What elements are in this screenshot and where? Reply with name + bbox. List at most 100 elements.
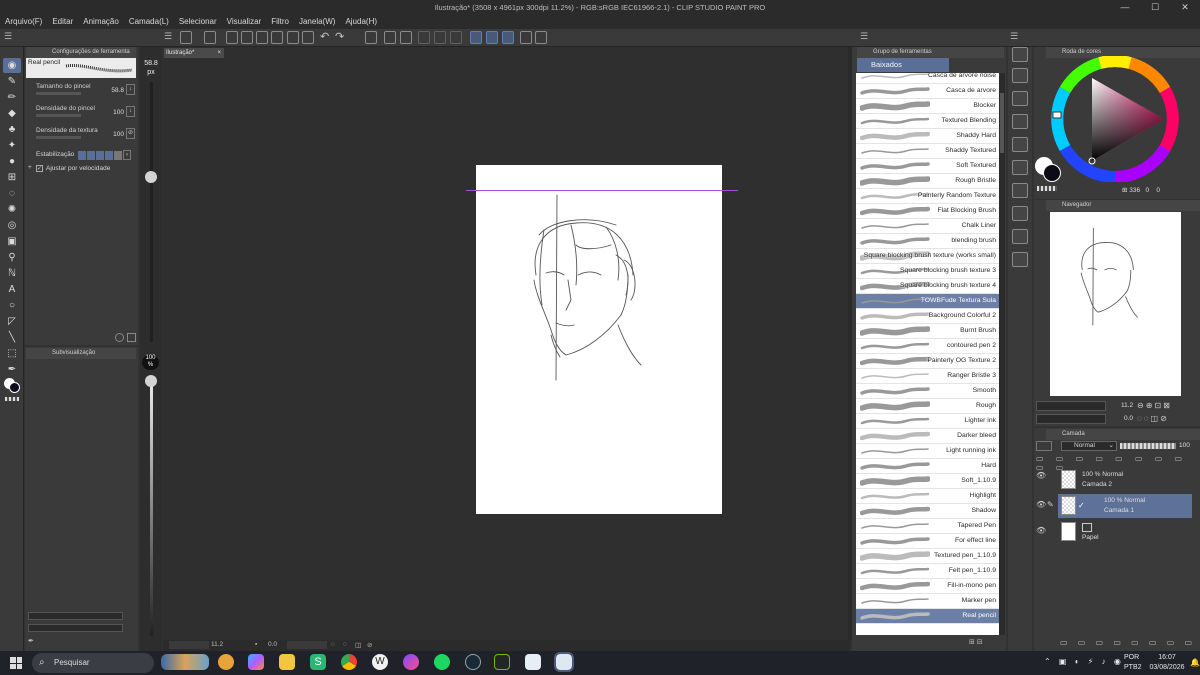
brush-item[interactable]: Soft Textured	[856, 159, 999, 174]
main-color-swatch[interactable]	[9, 382, 20, 393]
clip-studio-paint-icon[interactable]	[554, 652, 574, 672]
steam-icon[interactable]	[465, 654, 481, 670]
texture-density-bar[interactable]	[36, 136, 81, 139]
burger-icon[interactable]	[218, 654, 234, 670]
side-mask-icon[interactable]	[1012, 206, 1028, 221]
nvidia-icon[interactable]	[494, 654, 510, 670]
stabilization-level-5[interactable]	[114, 151, 122, 160]
menu-visualizar[interactable]: Visualizar	[222, 15, 267, 29]
brush-density-pressure-button[interactable]: ↓	[126, 106, 135, 117]
side-close-icon[interactable]	[1012, 47, 1028, 62]
brush-item[interactable]: For effect line	[856, 534, 999, 549]
brush-item[interactable]: Painterly Random Texture	[856, 189, 999, 204]
navigator-rotate-buttons[interactable]: ◌◌◫⊘	[1137, 414, 1169, 423]
zoom-out-icon[interactable]: ▪	[255, 641, 257, 648]
size-slider-knob[interactable]	[145, 171, 157, 183]
subview-angle-bar[interactable]	[28, 624, 123, 632]
eraser-tool-icon[interactable]: ◆	[3, 106, 21, 121]
brush-item[interactable]: Square blocking brush texture 4	[856, 279, 999, 294]
layer-tool-row[interactable]: ▭ ▭ ▭ ▭ ▭ ▭ ▭ ▭ ▭ ▭	[1036, 454, 1196, 472]
paper-canvas[interactable]	[476, 165, 722, 514]
warning-icon[interactable]	[256, 31, 268, 44]
transparent-color-icon[interactable]	[5, 397, 19, 401]
fill-icon[interactable]	[384, 31, 396, 44]
widgets-icon[interactable]	[161, 654, 209, 670]
blend-mode-select[interactable]: Normal ⌄	[1061, 441, 1117, 451]
spiral-tool-icon[interactable]: ◎	[3, 218, 21, 233]
grid-snap-icon[interactable]	[502, 31, 514, 44]
stabilization-level-2[interactable]	[87, 151, 95, 160]
layer-row-camada-2[interactable]: 100 % Normal Camada 2	[1058, 468, 1192, 492]
angle-scroll-bar[interactable]	[287, 641, 327, 649]
brush-item[interactable]: Textured Blending	[856, 114, 999, 129]
correct-line-icon[interactable]: ╲	[3, 330, 21, 345]
fill-drop-icon[interactable]: ●	[3, 154, 21, 169]
open-file-icon[interactable]	[241, 31, 253, 44]
blend-tool-icon[interactable]: ⊞	[3, 170, 21, 185]
rotate-view-icon[interactable]	[520, 31, 532, 44]
menu-animacao[interactable]: Animação	[78, 15, 124, 29]
brush-item[interactable]: Soft_1.10.9	[856, 474, 999, 489]
ruler-guide-line[interactable]	[466, 190, 738, 191]
navigator-angle-value[interactable]: 0.0	[1124, 415, 1133, 422]
zoom-scroll-bar[interactable]	[169, 641, 209, 649]
tool-settings-reset-icon[interactable]	[115, 333, 124, 342]
color-transparent-icon[interactable]	[1037, 186, 1057, 191]
lasso-tool-icon[interactable]: ◌	[3, 186, 21, 201]
brush-group-tab[interactable]: Grupo de ferramentas	[857, 47, 1004, 58]
export-icon[interactable]	[287, 31, 299, 44]
keyboard-lang-line1[interactable]: POR	[1124, 654, 1139, 661]
layer-1-visibility-icon[interactable]: 👁	[1036, 500, 1046, 510]
layer-bottom-buttons[interactable]: ▭ ▭ ▭ ▭ ▭ ▭ ▭ ▭	[1036, 638, 1196, 648]
brush-preview[interactable]: Real pencil	[26, 58, 136, 78]
layer-row-camada-1[interactable]: ✓ 100 % Normal Camada 1	[1058, 494, 1192, 518]
clear-icon[interactable]	[365, 31, 377, 44]
balloon-tool-icon[interactable]: ○	[3, 298, 21, 313]
brush-item[interactable]: Darker bleed	[856, 429, 999, 444]
dropper-icon[interactable]: ✒	[3, 362, 21, 377]
decoration-tool-icon[interactable]: ♣	[3, 122, 21, 137]
save-icon[interactable]	[271, 31, 283, 44]
brush-item[interactable]: Light running ink	[856, 444, 999, 459]
undo-icon[interactable]: ↶	[320, 31, 332, 44]
opacity-slider-knob[interactable]	[145, 375, 157, 387]
brush-item[interactable]: TOWBFude Textura Sula	[856, 294, 999, 309]
side-copy-icon[interactable]	[1012, 68, 1028, 83]
brush-size-bar[interactable]	[36, 92, 81, 95]
messenger-icon[interactable]	[403, 654, 419, 670]
tool-settings-tab[interactable]: Configurações de ferramenta	[26, 47, 136, 58]
brush-size-pressure-button[interactable]: ↓	[126, 84, 135, 95]
redo-icon[interactable]: ↷	[335, 31, 347, 44]
reset-view-icon[interactable]: ⊘	[367, 641, 372, 649]
close-button[interactable]: ✕	[1170, 0, 1200, 15]
brush-item[interactable]: Blocker	[856, 99, 999, 114]
brush-item[interactable]: contoured pen 2	[856, 339, 999, 354]
stabilization-arrow-icon[interactable]: ›	[123, 150, 131, 160]
brush-item[interactable]: Fill-in-mono pen	[856, 579, 999, 594]
brush-item[interactable]: Felt pen_1.10.9	[856, 564, 999, 579]
brush-item[interactable]: Square blocking brush texture (works sma…	[856, 249, 999, 264]
brush-item[interactable]: Hard	[856, 459, 999, 474]
menu-filtro[interactable]: Filtro	[266, 15, 294, 29]
stabilization-level-4[interactable]	[105, 151, 113, 160]
brush-item[interactable]: Casca de arvore	[856, 84, 999, 99]
opacity-slider-track[interactable]	[150, 378, 153, 636]
tool-settings-wrench-icon[interactable]	[127, 333, 136, 342]
transform-icon[interactable]	[400, 31, 412, 44]
navigator-tab[interactable]: Navegador	[1046, 200, 1200, 211]
clip-studio-icon[interactable]	[525, 654, 541, 670]
brush-item[interactable]: Ranger Bristle 3	[856, 369, 999, 384]
color-main-swatch[interactable]	[1043, 164, 1061, 182]
brush-list-scrollbar[interactable]	[999, 73, 1005, 635]
pencil-tool-icon[interactable]: ✏	[3, 90, 21, 105]
menu-icon-3[interactable]: ☰	[860, 31, 872, 44]
s-app-icon[interactable]: S	[310, 654, 326, 670]
pen-tool-icon[interactable]: ✎	[3, 74, 21, 89]
brush-item[interactable]: Shaddy Hard	[856, 129, 999, 144]
ruler-snap-icon[interactable]	[470, 31, 482, 44]
rotate-right-icon[interactable]: ◌	[343, 641, 347, 648]
document-tab-close-icon[interactable]: ×	[217, 48, 224, 58]
new-file-icon[interactable]	[180, 31, 192, 44]
w-app-icon[interactable]: W	[372, 654, 388, 670]
vector-pen-icon[interactable]: ℕ	[3, 266, 21, 281]
